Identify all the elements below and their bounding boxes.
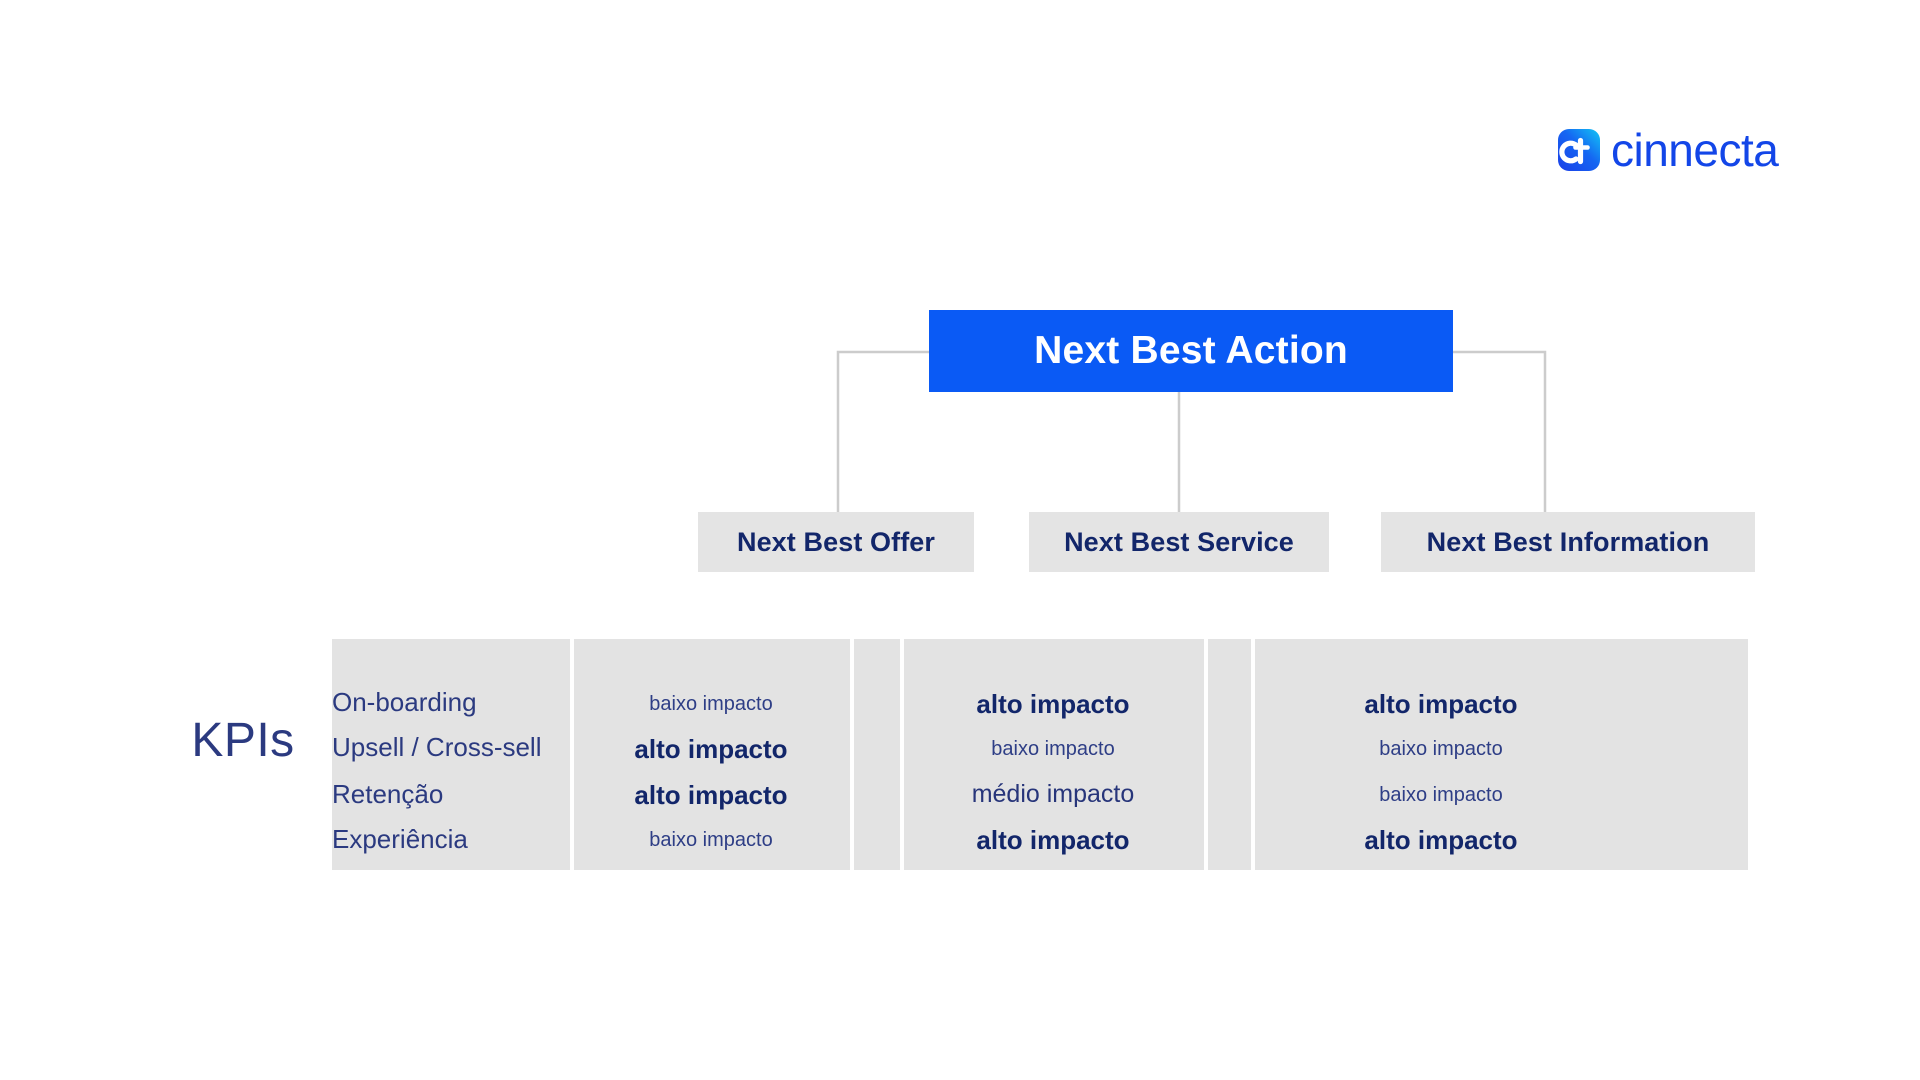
kpi-value: baixo impacto <box>991 738 1115 760</box>
kpi-row-label: Experiência <box>332 824 468 854</box>
kpi-value: alto impacto <box>1364 689 1518 719</box>
brand-name: cinnecta <box>1611 124 1779 176</box>
node-label: Next Best Service <box>1064 526 1294 557</box>
kpi-value: alto impacto <box>976 689 1130 719</box>
kpi-value: baixo impacto <box>649 829 773 851</box>
kpi-value: alto impacto <box>634 780 788 810</box>
kpi-row-label: Upsell / Cross-sell <box>332 732 542 762</box>
node-next-best-information[interactable]: Next Best Information <box>1381 512 1755 572</box>
node-label: Next Best Action <box>1034 329 1348 372</box>
kpi-column-next-best-information: alto impacto baixo impacto baixo impacto… <box>1254 639 1628 870</box>
kpi-value: baixo impacto <box>649 693 773 715</box>
kpi-value: alto impacto <box>1364 825 1518 855</box>
node-label: Next Best Offer <box>736 526 936 557</box>
kpi-row-label: Retenção <box>332 779 444 809</box>
kpi-value: baixo impacto <box>1379 738 1503 760</box>
node-label: Next Best Information <box>1426 526 1710 557</box>
kpi-column-next-best-service: alto impacto baixo impacto médio impacto… <box>903 639 1203 870</box>
kpi-value: alto impacto <box>976 825 1130 855</box>
kpi-value: alto impacto <box>634 734 788 764</box>
node-next-best-service[interactable]: Next Best Service <box>1029 512 1329 572</box>
kpi-value: baixo impacto <box>1379 784 1503 806</box>
kpi-column-next-best-offer: baixo impacto alto impacto alto impacto … <box>573 639 849 870</box>
node-next-best-action[interactable]: Next Best Action <box>929 310 1453 392</box>
kpi-value: médio impacto <box>971 780 1135 808</box>
kpi-divider <box>850 639 854 870</box>
kpi-row-label-column: On-boarding Upsell / Cross-sell Retenção… <box>332 639 572 870</box>
brand-logo: cinnecta <box>1557 124 1779 176</box>
slide-canvas: cinnecta Next Best Action Next Best Offe… <box>0 0 1920 1080</box>
kpi-row-label: On-boarding <box>332 687 477 717</box>
cinnecta-logo-icon <box>1558 129 1600 171</box>
kpi-divider <box>1204 639 1208 870</box>
kpi-matrix-panel: On-boarding Upsell / Cross-sell Retenção… <box>332 639 1748 870</box>
kpi-section-title: KPIs <box>191 714 295 767</box>
node-next-best-offer[interactable]: Next Best Offer <box>698 512 974 572</box>
